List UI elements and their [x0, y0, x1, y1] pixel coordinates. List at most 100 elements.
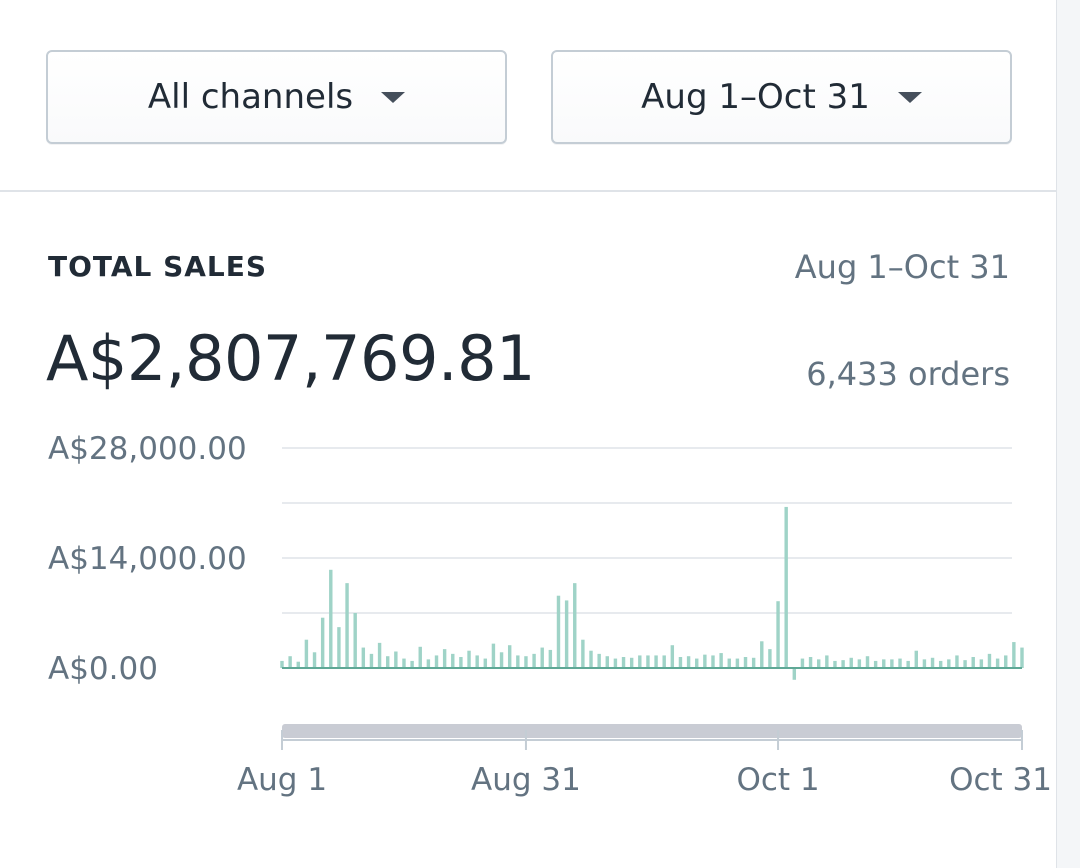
bar	[605, 656, 609, 668]
range-scrubber[interactable]	[282, 724, 1022, 738]
bar	[475, 655, 479, 668]
panel-edge	[1056, 0, 1057, 868]
channel-filter-label: All channels	[147, 77, 354, 117]
bar	[695, 658, 699, 668]
bar	[377, 642, 382, 668]
sales-bar-chart: A$28,000.00 A$14,000.00 A$0.00 Aug 1 Aug 31…	[48, 431, 1052, 798]
bar	[922, 659, 927, 668]
bar	[524, 656, 528, 668]
bar	[540, 647, 544, 668]
bar	[589, 650, 593, 668]
bar	[808, 657, 813, 668]
bar	[304, 639, 309, 668]
bar	[402, 658, 406, 668]
channel-filter-select[interactable]: All channels	[46, 50, 507, 144]
bar	[955, 655, 959, 668]
bar	[629, 657, 634, 668]
bar	[678, 657, 683, 668]
bar	[499, 652, 504, 668]
y-tick-label: A$14,000.00	[48, 541, 247, 577]
bar	[564, 600, 569, 668]
bar	[483, 658, 488, 668]
bar	[507, 645, 512, 668]
bar	[288, 656, 292, 668]
bar	[556, 595, 561, 668]
bar	[516, 655, 520, 668]
bar	[1004, 655, 1008, 668]
bar	[353, 613, 357, 668]
bar	[817, 659, 821, 668]
bar	[686, 656, 691, 668]
y-tick-label: A$28,000.00	[48, 431, 247, 467]
bar	[768, 649, 772, 668]
bar	[312, 652, 317, 668]
bar	[751, 657, 756, 668]
bar	[849, 657, 853, 668]
bars	[280, 506, 1024, 680]
bar	[800, 658, 805, 668]
bar	[597, 653, 601, 668]
orders-count: 6,433 orders	[806, 355, 1010, 393]
bar	[329, 569, 333, 668]
bar	[743, 657, 748, 668]
y-axis-labels: A$28,000.00 A$14,000.00 A$0.00	[48, 431, 247, 687]
bar	[914, 650, 918, 668]
bar	[581, 639, 585, 668]
bar	[873, 660, 878, 668]
bar	[703, 654, 707, 668]
bar	[735, 658, 740, 668]
bar	[890, 659, 894, 668]
bar	[727, 658, 731, 668]
caret-down-icon	[897, 91, 922, 103]
bar	[963, 660, 967, 668]
x-tick-label: Aug 1	[237, 762, 327, 798]
bar	[784, 506, 788, 668]
bar	[1012, 642, 1016, 668]
bar	[434, 655, 439, 668]
bar	[491, 643, 496, 668]
bar	[865, 656, 870, 668]
scrollbar-track	[1056, 0, 1080, 868]
bar	[654, 655, 658, 668]
date-range-select[interactable]: Aug 1–Oct 31	[551, 50, 1012, 144]
bar	[573, 583, 577, 668]
bar	[898, 658, 902, 668]
bar	[760, 641, 764, 668]
bar	[711, 655, 715, 668]
bar	[825, 655, 829, 668]
bar	[442, 649, 447, 668]
date-range-label: Aug 1–Oct 31	[641, 77, 870, 117]
bar	[979, 659, 984, 668]
bar	[841, 660, 845, 668]
caret-down-icon	[381, 91, 406, 103]
bar	[320, 617, 325, 668]
bar	[938, 660, 943, 668]
bar	[719, 653, 723, 668]
bar	[369, 653, 374, 668]
card-title: TOTAL SALES	[48, 250, 268, 283]
bar	[451, 653, 455, 668]
x-tick-label: Oct 31	[949, 762, 1052, 798]
section-divider	[0, 190, 1056, 192]
bar	[776, 601, 780, 668]
bar	[833, 660, 837, 668]
bar	[882, 659, 886, 668]
bar	[345, 583, 349, 668]
bar	[532, 653, 536, 668]
range-scrubber-track[interactable]	[282, 724, 1022, 738]
bar	[1020, 647, 1024, 668]
bar	[386, 656, 390, 668]
bar	[857, 659, 862, 668]
bar	[548, 649, 553, 668]
gridlines	[282, 447, 1012, 669]
bar	[792, 668, 797, 680]
bar	[930, 657, 935, 668]
bar	[361, 647, 366, 668]
y-tick-label: A$0.00	[48, 651, 158, 687]
bar	[947, 659, 951, 668]
bar	[394, 651, 398, 668]
bar	[410, 660, 414, 668]
total-sales-value: A$2,807,769.81	[46, 322, 536, 395]
bar	[613, 658, 618, 668]
x-tick-label: Oct 1	[736, 762, 819, 798]
